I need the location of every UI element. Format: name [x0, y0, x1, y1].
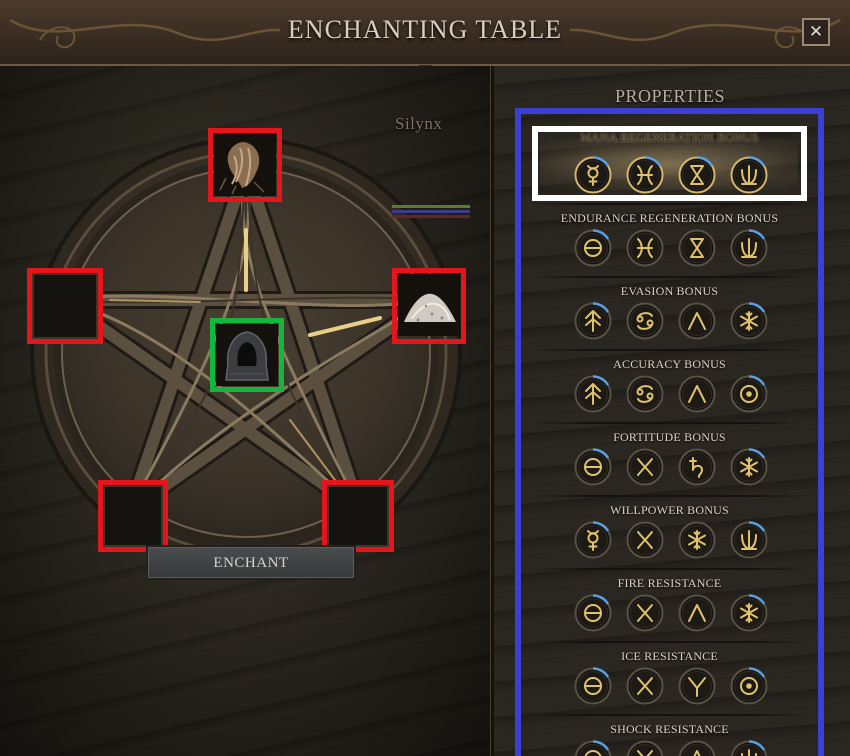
npc-health-bar — [392, 205, 470, 208]
enchanting-table-window: ENCHANTING TABLE ✕ Silynx ENCHANT PROPER… — [0, 0, 850, 756]
reagent-slot-top[interactable] — [208, 128, 282, 202]
properties-list-highlight — [515, 108, 824, 756]
empty-slot-well — [327, 485, 389, 547]
npc-name: Silynx — [395, 114, 443, 133]
reagent-slot-bottom-left[interactable] — [98, 480, 168, 552]
npc-mana-bar — [392, 210, 470, 213]
npc-stamina-bar — [392, 215, 470, 218]
enchant-button[interactable]: ENCHANT — [146, 545, 356, 580]
item-slot-center[interactable] — [210, 318, 284, 392]
selected-property-highlight — [532, 126, 807, 201]
reagent-slot-left[interactable] — [27, 268, 103, 344]
reagent-slot-bottom-right[interactable] — [322, 480, 394, 552]
empty-slot-well — [32, 273, 98, 339]
reagent-slot-right[interactable] — [392, 268, 466, 344]
properties-header: PROPERTIES — [615, 86, 725, 106]
empty-slot-well — [103, 485, 163, 547]
